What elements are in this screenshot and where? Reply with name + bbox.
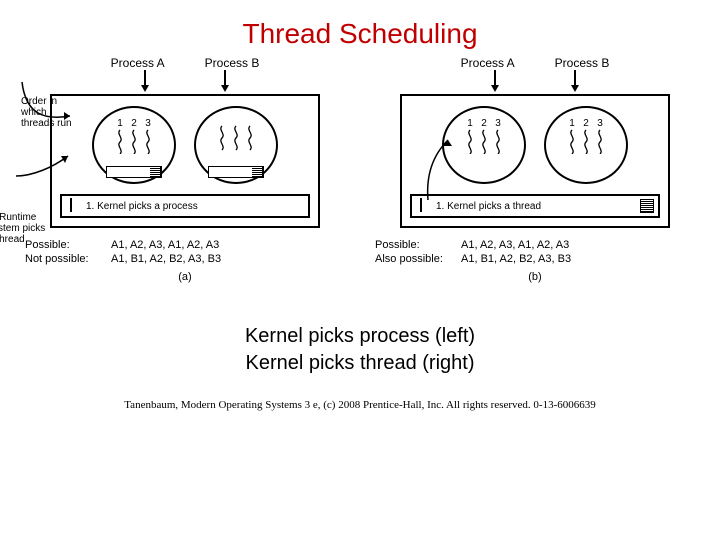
thread-icon — [232, 120, 240, 154]
label-process-b: Process B — [205, 56, 260, 70]
thread-icon — [218, 120, 226, 154]
possible-value: A1, A2, A3, A1, A2, A3 — [461, 239, 569, 251]
process-a-circle: 1 2 3 — [442, 106, 526, 184]
label-process-b: Process B — [555, 56, 610, 70]
thread-icon: 2 — [582, 120, 590, 154]
thread-icon: 1 — [568, 120, 576, 154]
panel-left: Order in which threads run Process A Pro… — [25, 56, 345, 283]
order-arrow-icon — [16, 76, 86, 136]
thread-icon: 1 — [116, 120, 124, 154]
page-title: Thread Scheduling — [0, 0, 720, 56]
also-value: A1, B1, A2, B2, A3, B3 — [461, 253, 571, 265]
process-b-circle: 1 2 3 — [544, 106, 628, 184]
possible-block-left: Possible:A1, A2, A3, A1, A2, A3 Not poss… — [25, 238, 345, 267]
step2-label: 2. Runtime system picks a thread — [0, 212, 48, 245]
caption-line-1: Kernel picks process (left) — [0, 323, 720, 350]
possible-value: A1, A2, A3, A1, A2, A3 — [111, 239, 219, 251]
kernel-label: 1. Kernel picks a thread — [436, 201, 541, 212]
notpossible-value: A1, B1, A2, B2, A3, B3 — [111, 253, 221, 265]
thread-icon: 2 — [480, 120, 488, 154]
diagram-row: Order in which threads run Process A Pro… — [0, 56, 720, 283]
also-label: Also possible: — [375, 252, 461, 266]
label-process-a: Process A — [461, 56, 515, 70]
process-labels-right: Process A Process B — [375, 56, 695, 70]
thread-icon: 3 — [144, 120, 152, 154]
notpossible-label: Not possible: — [25, 252, 111, 266]
runtime-box-icon — [208, 166, 264, 178]
caption-line-2: Kernel picks thread (right) — [0, 350, 720, 377]
kernel-box: 1. Kernel picks a process — [60, 194, 310, 218]
subfig-label: (b) — [375, 271, 695, 283]
panel-right: Process A Process B 1 — [375, 56, 695, 283]
kernel-label: 1. Kernel picks a process — [86, 201, 198, 212]
process-a-circle: 1 2 3 — [92, 106, 176, 184]
process-b-circle — [194, 106, 278, 184]
user-space-box: 1 2 3 — [400, 94, 670, 228]
credit-line: Tanenbaum, Modern Operating Systems 3 e,… — [0, 399, 720, 411]
label-process-a: Process A — [111, 56, 165, 70]
thread-icon: 3 — [494, 120, 502, 154]
thread-icon: 1 — [466, 120, 474, 154]
main-captions: Kernel picks process (left) Kernel picks… — [0, 323, 720, 377]
user-space-box: 2. Runtime system picks a thread 1 — [50, 94, 320, 228]
thread-icon: 3 — [596, 120, 604, 154]
kernel-box: 1. Kernel picks a thread — [410, 194, 660, 218]
step2-arrow-icon — [12, 148, 82, 188]
process-labels-left: Process A Process B — [25, 56, 345, 70]
thread-icon: 2 — [130, 120, 138, 154]
runtime-box-icon — [106, 166, 162, 178]
kernel-slot-icon — [640, 199, 654, 213]
possible-block-right: Possible:A1, A2, A3, A1, A2, A3 Also pos… — [375, 238, 695, 267]
thread-icon — [246, 120, 254, 154]
possible-label: Possible: — [375, 238, 461, 252]
subfig-label: (a) — [25, 271, 345, 283]
